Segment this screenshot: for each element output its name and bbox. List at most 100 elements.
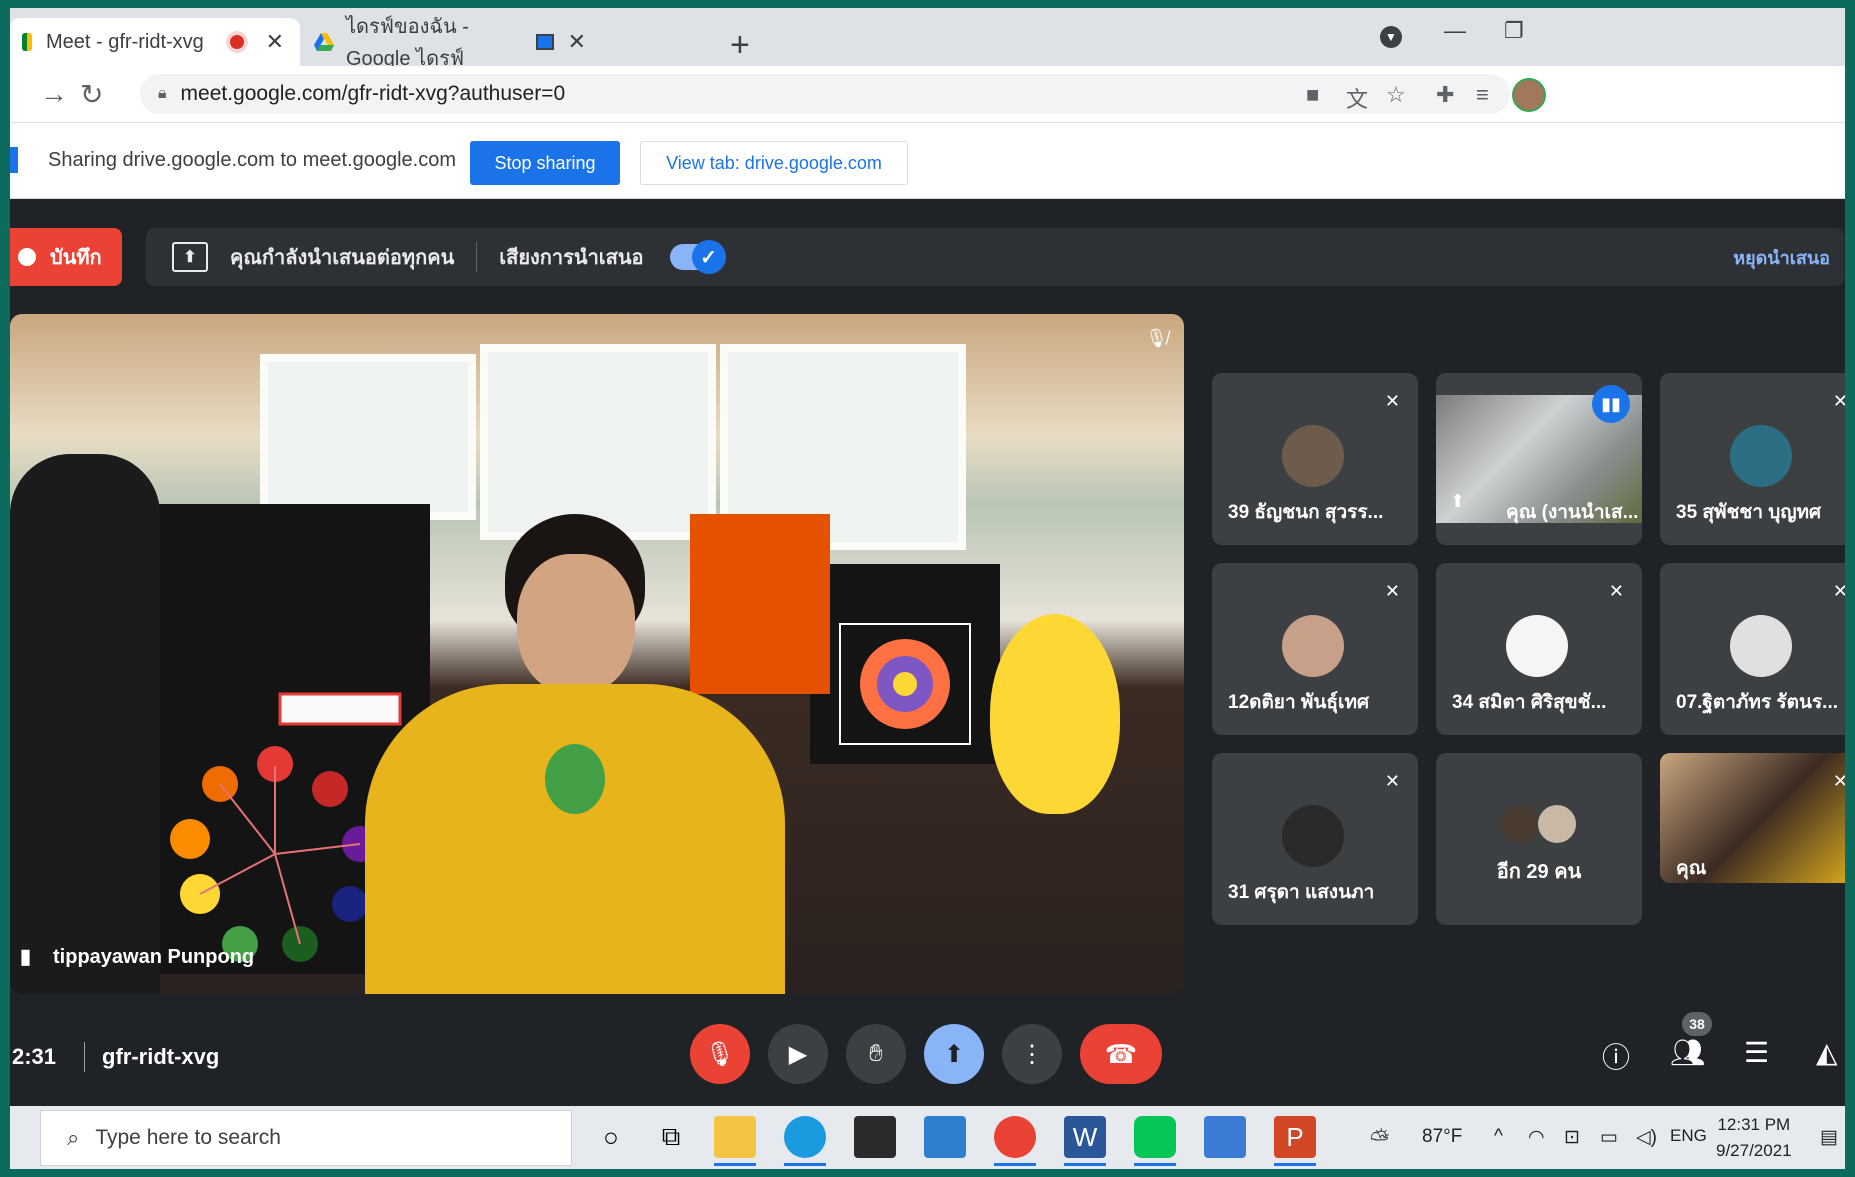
address-bar[interactable]: 🔒︎ meet.google.com/gfr-ridt-xvg?authuser… xyxy=(140,74,1510,114)
participant-name: 07.ฐิตาภัทร รัตนร... xyxy=(1676,692,1839,713)
mail-icon[interactable] xyxy=(924,1116,966,1158)
participant-name: 39 ธัญชนก สุวรร... xyxy=(1228,502,1384,523)
present-button[interactable]: ⬆ xyxy=(924,1024,984,1084)
leave-call-button[interactable]: ☎︎ xyxy=(1080,1024,1162,1084)
muted-mic-icon: ✕ xyxy=(1608,581,1624,601)
meeting-details-icon[interactable]: ⓘ xyxy=(1602,1036,1630,1076)
close-tab-icon[interactable]: ✕ xyxy=(568,29,586,55)
language-indicator[interactable]: ENG xyxy=(1670,1126,1707,1146)
toy-figure xyxy=(545,744,605,814)
tab-meet[interactable]: Meet - gfr-ridt-xvg ✕ xyxy=(10,18,300,66)
store-icon[interactable] xyxy=(854,1116,896,1158)
wifi-icon[interactable]: ◠ xyxy=(1528,1126,1545,1149)
divider xyxy=(476,242,478,272)
notifications-icon[interactable]: ▤ xyxy=(1820,1126,1838,1149)
more-participants-label: อีก 29 คน xyxy=(1496,861,1582,883)
camera-toggle-button[interactable]: ▶ xyxy=(768,1024,828,1084)
recording-pill[interactable]: บันทึก xyxy=(10,228,122,286)
participant-tile[interactable]: ✕ 34 สมิตา ศิริสุขชั... xyxy=(1436,563,1642,735)
tab-strip: Meet - gfr-ridt-xvg ✕ ไดรฟ์ของฉัน - Goog… xyxy=(10,8,1845,70)
minimize-icon[interactable]: — xyxy=(1444,18,1466,44)
more-participants-tile[interactable]: อีก 29 คน xyxy=(1436,753,1642,925)
stop-sharing-button[interactable]: Stop sharing xyxy=(470,141,620,185)
media-controls-icon[interactable]: ≡ xyxy=(1476,82,1489,108)
volume-icon[interactable]: ◁) xyxy=(1636,1126,1657,1149)
task-view-icon[interactable]: ⧉ xyxy=(650,1116,692,1158)
more-options-button[interactable]: ⋮ xyxy=(1002,1024,1062,1084)
url-text: meet.google.com/gfr-ridt-xvg?authuser=0 xyxy=(180,82,566,105)
taskbar-clock[interactable]: 12:31 PM 9/27/2021 xyxy=(1716,1112,1792,1164)
browser-toolbar: → ↻ 🔒︎ meet.google.com/gfr-ridt-xvg?auth… xyxy=(10,66,1845,123)
participant-tile[interactable]: ✕ 12ดติยา พันธุ์เทศ xyxy=(1212,563,1418,735)
clock-date: 9/27/2021 xyxy=(1716,1141,1792,1160)
activities-icon[interactable]: ◭ xyxy=(1816,1036,1838,1069)
avatar xyxy=(1536,803,1578,845)
participant-tile-self-presentation[interactable]: ▮▮ ⬆ คุณ (งานนำเส... xyxy=(1436,373,1642,545)
tab-sharing-icon xyxy=(535,34,554,50)
drive-favicon-icon xyxy=(314,33,334,51)
windows-taskbar: ⌕ Type here to search ○ ⧉ W P ⛅︎ 87°F ^ … xyxy=(10,1106,1845,1169)
hang-up-icon: ☎︎ xyxy=(1104,1038,1138,1069)
close-tab-icon[interactable]: ✕ xyxy=(266,29,284,55)
participant-name: คุณ xyxy=(1676,858,1707,879)
statue xyxy=(10,454,160,994)
participant-count-badge: 38 xyxy=(1682,1012,1712,1036)
participant-tile[interactable]: ✕ 39 ธัญชนก สุวรร... xyxy=(1212,373,1418,545)
search-icon: ⌕ xyxy=(67,1125,80,1150)
window-pane xyxy=(480,344,716,540)
presentation-audio-toggle[interactable]: ✓ xyxy=(669,240,726,274)
chat-icon[interactable]: ☰ xyxy=(1744,1036,1769,1069)
participant-tile[interactable]: ✕ 07.ฐิตาภัทร รัตนร... xyxy=(1660,563,1845,735)
weather-icon[interactable]: ⛅︎ xyxy=(1370,1126,1389,1154)
more-vert-icon: ⋮ xyxy=(1020,1040,1044,1068)
people-icon[interactable]: 👥︎ xyxy=(1670,1036,1706,1069)
speaker-name: ▮ tippayawan Punpong xyxy=(20,944,254,969)
present-screen-icon: ⬆ xyxy=(943,1040,965,1068)
camera-icon[interactable]: ■ xyxy=(1306,82,1319,108)
line-icon[interactable] xyxy=(1134,1116,1176,1166)
network-icon[interactable]: ⊡ xyxy=(1564,1126,1580,1149)
show-hidden-icons-icon[interactable]: ^ xyxy=(1494,1126,1503,1148)
chrome-icon[interactable] xyxy=(994,1116,1036,1166)
presenting-text: คุณกำลังนำเสนอต่อทุกคน xyxy=(230,247,455,269)
sharing-indicator-icon xyxy=(10,147,18,173)
forward-icon[interactable]: → xyxy=(40,78,68,110)
battery-icon[interactable]: ▭ xyxy=(1600,1126,1618,1149)
pin-icon[interactable]: ▮ xyxy=(20,946,31,968)
main-video: 🎙︎̸ ▮ tippayawan Punpong xyxy=(10,314,1184,994)
edge-icon[interactable] xyxy=(784,1116,826,1166)
tab-drive[interactable]: ไดรฟ์ของฉัน - Google ไดรฟ์ ✕ xyxy=(302,16,602,70)
extensions-icon[interactable]: ✚ xyxy=(1436,82,1454,108)
taskbar-search-box[interactable]: ⌕ Type here to search xyxy=(40,1110,572,1166)
raise-hand-button[interactable]: ✋︎ xyxy=(846,1024,906,1084)
check-icon: ✓ xyxy=(691,240,726,274)
muted-mic-icon: ✕ xyxy=(1384,771,1400,791)
avatar xyxy=(1506,615,1568,677)
word-icon[interactable]: W xyxy=(1064,1116,1106,1166)
photos-icon[interactable] xyxy=(1204,1116,1246,1158)
powerpoint-icon[interactable]: P xyxy=(1274,1116,1316,1166)
divider xyxy=(84,1042,85,1072)
participant-tile[interactable]: ✕ 35 สุพัชชา บุญทศ xyxy=(1660,373,1845,545)
sharing-text: Sharing drive.google.com to meet.google.… xyxy=(48,149,457,171)
new-tab-button[interactable]: + xyxy=(730,26,750,65)
tab-search-icon[interactable]: ▼ xyxy=(1380,26,1402,48)
present-screen-icon: ⬆ xyxy=(172,242,208,272)
restore-icon[interactable]: ❐ xyxy=(1504,18,1524,44)
view-tab-button[interactable]: View tab: drive.google.com xyxy=(640,141,908,185)
participant-name: คุณ (งานนำเส... xyxy=(1506,502,1639,523)
weather-temp[interactable]: 87°F xyxy=(1422,1126,1462,1148)
file-explorer-icon[interactable] xyxy=(714,1116,756,1166)
translate-icon[interactable]: 文 xyxy=(1346,82,1368,114)
participant-tile[interactable]: ✕ 31 ศรุดา แสงนภา xyxy=(1212,753,1418,925)
muted-mic-icon: 🎙︎̸ xyxy=(1145,328,1168,348)
yellow-chicken-figure xyxy=(990,614,1120,814)
cortana-icon[interactable]: ○ xyxy=(590,1116,632,1158)
bookmark-star-icon[interactable]: ☆ xyxy=(1386,82,1406,108)
reload-icon[interactable]: ↻ xyxy=(80,78,103,111)
microphone-toggle-button[interactable]: 🎙︎ xyxy=(690,1024,750,1084)
stop-presenting-button[interactable]: หยุดนำเสนอ xyxy=(1733,243,1830,272)
profile-avatar[interactable] xyxy=(1512,78,1546,112)
participant-name: 35 สุพัชชา บุญทศ xyxy=(1676,502,1822,523)
self-view-tile[interactable]: ✕ คุณ xyxy=(1660,753,1845,883)
